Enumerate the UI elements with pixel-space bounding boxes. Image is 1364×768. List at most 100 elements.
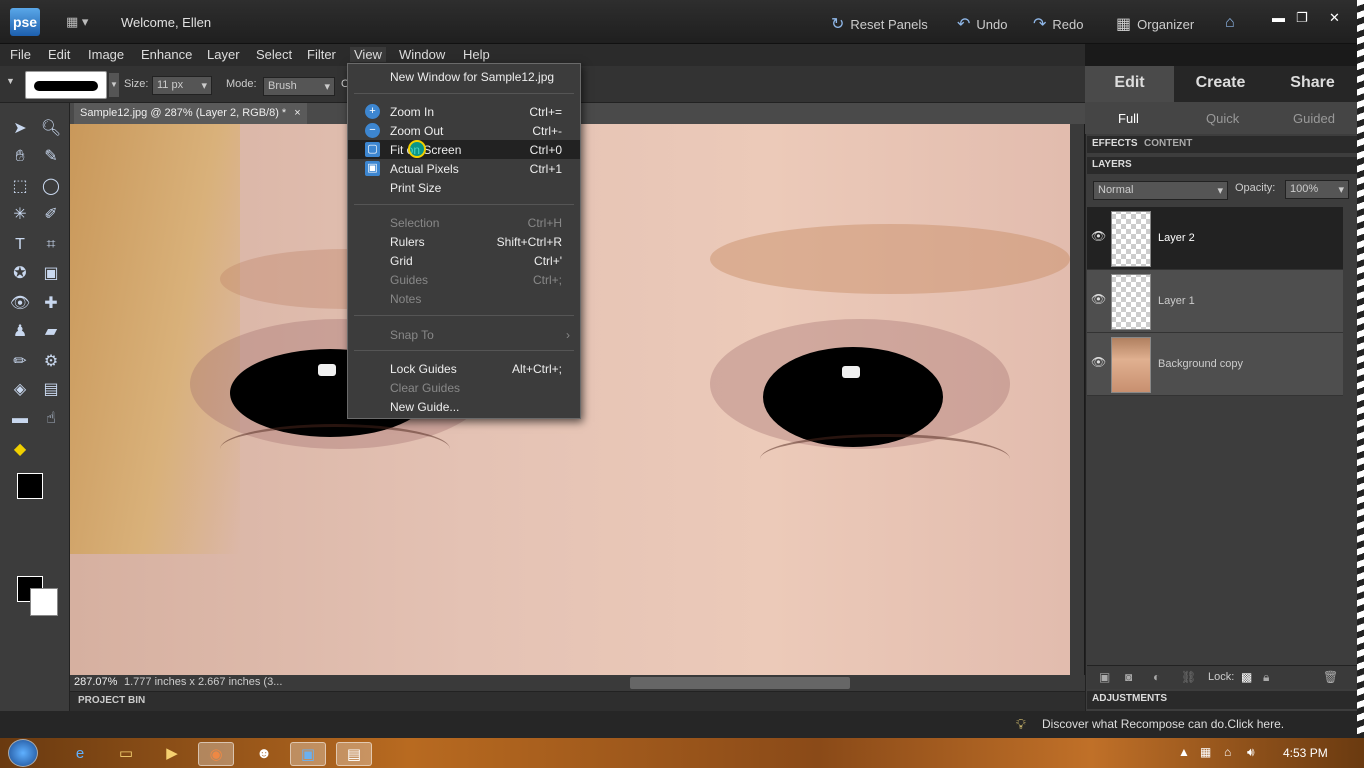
mode-dropdown[interactable]: Brush ▾: [263, 77, 335, 96]
lock-transparency-icon[interactable]: ▩: [1241, 670, 1252, 684]
menu-item-fit-on-screen[interactable]: ▢Fit on ScreenCtrl+0: [348, 140, 580, 159]
new-layer-icon[interactable]: ▣: [1099, 670, 1110, 684]
layer-row[interactable]: 👁︎ Layer 1: [1087, 270, 1343, 333]
tool-preset-arrow[interactable]: ▼: [6, 76, 15, 86]
tray-arrow-icon[interactable]: ▲: [1178, 745, 1190, 759]
eraser-tool-icon[interactable]: ▰: [40, 321, 62, 343]
blend-mode-dropdown[interactable]: Normal ▾: [1093, 181, 1228, 200]
tab-effects[interactable]: EFFECTS: [1092, 138, 1138, 149]
link-icon[interactable]: ⛓: [1181, 670, 1196, 684]
zoom-readout[interactable]: 287.07%: [74, 676, 117, 688]
taskbar-clock[interactable]: 4:53 PM: [1283, 746, 1328, 760]
menu-item-rulers[interactable]: Rulers Shift+Ctrl+R: [348, 232, 580, 251]
gradient-tool-icon[interactable]: ▤: [40, 379, 62, 401]
vertical-scrollbar[interactable]: [1070, 124, 1084, 675]
zoom-tool-icon[interactable]: 🔍︎: [40, 118, 62, 140]
recompose-tip-link[interactable]: Discover what Recompose can do.Click her…: [1042, 717, 1284, 731]
project-bin-bar[interactable]: PROJECT BIN: [70, 691, 1085, 711]
redo-button[interactable]: ↷ Redo: [1033, 14, 1083, 34]
layer-row[interactable]: 👁︎ Background copy: [1087, 333, 1343, 396]
menu-item-lock-guides[interactable]: Lock Guides Alt+Ctrl+;: [348, 359, 580, 378]
rectangle-tool-icon[interactable]: ▬: [9, 408, 31, 430]
start-button[interactable]: [8, 739, 38, 767]
visibility-eye-icon[interactable]: 👁︎: [1091, 229, 1106, 243]
brush-dropdown-arrow[interactable]: ▼: [109, 73, 119, 97]
blur-tool-icon[interactable]: ☝: [40, 408, 62, 430]
menu-view[interactable]: View: [350, 47, 386, 62]
restore-button[interactable]: ❐: [1296, 10, 1308, 26]
magic-wand-tool-icon[interactable]: ✳: [9, 204, 31, 226]
menu-item-zoom-out[interactable]: − Zoom Out Ctrl+-: [348, 121, 580, 140]
reset-panels-button[interactable]: ↻ Reset Panels: [831, 14, 928, 34]
lasso-tool-icon[interactable]: ◯: [40, 176, 62, 198]
sponge-tool-icon[interactable]: ◆: [9, 439, 31, 461]
background-color-swatch[interactable]: [30, 588, 58, 616]
menu-item-zoom-in[interactable]: + Zoom In Ctrl+=: [348, 102, 580, 121]
horizontal-scrollbar[interactable]: [630, 677, 850, 689]
close-button[interactable]: ✕: [1329, 10, 1340, 26]
adjustment-layer-icon[interactable]: ◙: [1125, 670, 1132, 684]
menu-item-actual-pixels[interactable]: ▣ Actual Pixels Ctrl+1: [348, 159, 580, 178]
smart-brush-tool-icon[interactable]: ⚙: [40, 351, 62, 373]
brush-preview[interactable]: [25, 71, 107, 99]
internet-explorer-icon[interactable]: e: [62, 742, 98, 766]
home-button[interactable]: ⌂: [1225, 14, 1235, 32]
trash-icon[interactable]: 🗑︎: [1323, 670, 1338, 684]
opacity-field[interactable]: 100% ▾: [1285, 180, 1349, 199]
red-eye-tool-icon[interactable]: 👁︎: [9, 293, 31, 315]
network-icon[interactable]: ⌂: [1224, 745, 1231, 759]
chrome-icon[interactable]: ◉: [198, 742, 234, 766]
organizer-taskbar-icon[interactable]: ▤: [336, 742, 372, 766]
crop-tool-icon[interactable]: ⌗: [40, 234, 62, 256]
size-field[interactable]: 11 px ▾: [152, 76, 212, 95]
undo-button[interactable]: ↶ Undo: [957, 14, 1007, 34]
paint-bucket-tool-icon[interactable]: ◈: [9, 379, 31, 401]
file-explorer-icon[interactable]: ▭: [108, 742, 144, 766]
marquee-tool-icon[interactable]: ⬚: [9, 176, 31, 198]
menu-window[interactable]: Window: [399, 47, 445, 62]
document-tab[interactable]: Sample12.jpg @ 287% (Layer 2, RGB/8) * ×: [74, 103, 307, 124]
mask-icon[interactable]: ◐: [1153, 670, 1160, 684]
subtab-full[interactable]: Full: [1118, 111, 1139, 126]
tab-content[interactable]: CONTENT: [1144, 138, 1192, 149]
layer-row[interactable]: 👁︎ Layer 2: [1087, 207, 1343, 270]
menu-layer[interactable]: Layer: [207, 47, 240, 62]
healing-tool-icon[interactable]: ✚: [40, 293, 62, 315]
menu-select[interactable]: Select: [256, 47, 292, 62]
visibility-eye-icon[interactable]: 👁︎: [1091, 355, 1106, 369]
menu-item-print-size[interactable]: Print Size: [348, 178, 580, 197]
hand-tool-icon[interactable]: ✋︎: [9, 146, 31, 168]
eyedropper-tool-icon[interactable]: ✎: [40, 146, 62, 168]
brush-tool-icon[interactable]: ✏: [9, 351, 31, 373]
adjustments-header[interactable]: ADJUSTMENTS: [1087, 691, 1357, 709]
clone-stamp-tool-icon[interactable]: ♟: [9, 321, 31, 343]
recompose-tool-icon[interactable]: ▣: [40, 263, 62, 285]
menu-item-grid[interactable]: Grid Ctrl+': [348, 251, 580, 270]
menu-file[interactable]: File: [10, 47, 31, 62]
tab-edit[interactable]: Edit: [1085, 66, 1174, 102]
shape-tool-icon[interactable]: ✪: [9, 263, 31, 285]
tab-create[interactable]: Create: [1176, 66, 1265, 102]
workspace-icon[interactable]: ▦ ▾: [66, 14, 88, 30]
menu-item-new-window[interactable]: New Window for Sample12.jpg: [348, 67, 580, 86]
foreground-color-swatch[interactable]: [17, 473, 43, 499]
menu-enhance[interactable]: Enhance: [141, 47, 192, 62]
subtab-quick[interactable]: Quick: [1206, 111, 1239, 126]
app-icon[interactable]: ☻: [246, 742, 282, 766]
visibility-eye-icon[interactable]: 👁︎: [1091, 292, 1106, 306]
quick-selection-tool-icon[interactable]: ✐: [40, 204, 62, 226]
menu-filter[interactable]: Filter: [307, 47, 336, 62]
photoshop-elements-icon[interactable]: ▣: [290, 742, 326, 766]
tray-app-icon[interactable]: ▦: [1200, 745, 1211, 759]
media-player-icon[interactable]: ▶: [154, 742, 190, 766]
minimize-button[interactable]: ▬: [1272, 10, 1285, 25]
organizer-button[interactable]: ▦ Organizer: [1116, 14, 1194, 34]
lock-all-icon[interactable]: 🔒︎: [1263, 670, 1269, 685]
type-tool-icon[interactable]: T: [9, 234, 31, 256]
volume-icon[interactable]: 🔊︎: [1247, 745, 1255, 760]
tab-share[interactable]: Share: [1268, 66, 1357, 102]
menu-item-new-guide[interactable]: New Guide...: [348, 397, 580, 416]
subtab-guided[interactable]: Guided: [1293, 111, 1335, 126]
move-tool-icon[interactable]: ➤: [9, 118, 31, 140]
document-tab-close[interactable]: ×: [294, 107, 300, 120]
